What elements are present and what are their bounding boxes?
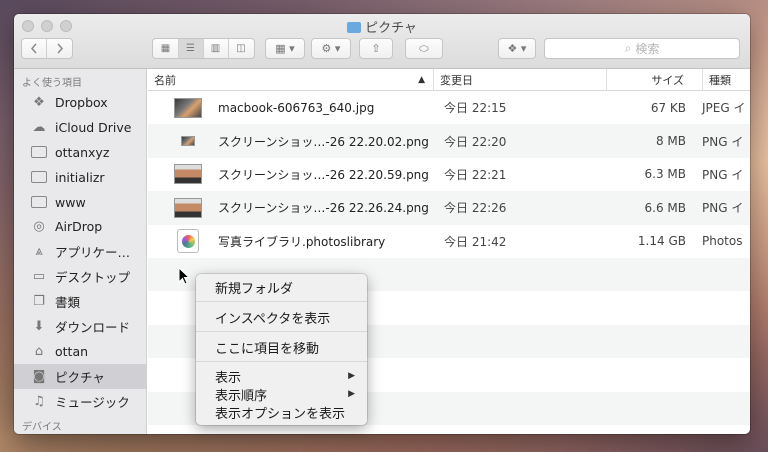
- menu-separator: [196, 361, 367, 362]
- column-header-size[interactable]: サイズ: [607, 69, 703, 90]
- sidebar-item-dropbox[interactable]: ❖ Dropbox: [14, 90, 146, 115]
- sidebar-favorites-header: よく使う項目: [22, 78, 82, 89]
- icon-view-button[interactable]: ▦: [154, 39, 179, 58]
- dropbox-toolbar-button[interactable]: ❖ ▾: [498, 38, 536, 59]
- sidebar: よく使う項目 ❖ Dropbox ☁ iCloud Drive ottanxyz i…: [14, 69, 147, 434]
- photos-library-icon: [177, 229, 199, 254]
- menu-separator: [196, 331, 367, 332]
- image-thumbnail-icon: [174, 97, 202, 118]
- applications-icon: ⩓: [35, 244, 43, 260]
- menu-item-move-here[interactable]: ここに項目を移動: [196, 337, 367, 357]
- view-mode-segmented: ▦ ☰ ▥ ◫: [152, 38, 255, 59]
- table-row[interactable]: スクリーンショッ…-26 22.20.02.png 今日 22:20 8 MB …: [148, 124, 750, 158]
- folder-icon: [30, 169, 48, 185]
- column-view-button[interactable]: ▥: [204, 39, 229, 58]
- sidebar-item-applications[interactable]: ⩓ アプリケー…: [14, 239, 146, 264]
- image-thumbnail-icon: [174, 197, 202, 218]
- airdrop-icon: ◎: [33, 219, 45, 235]
- sidebar-item-desktop[interactable]: ▭ デスクトップ: [14, 264, 146, 289]
- tag-icon: ⬭: [419, 41, 429, 55]
- finder-window: ピクチャ ▦ ☰ ▥ ◫ ▦ ▾ ⚙ ▾ ⇧ ⬭ ❖ ▾ ⌕ 検索 よく使う項目…: [14, 14, 750, 434]
- column-header-kind[interactable]: 種類: [703, 69, 750, 90]
- title-bar: ピクチャ ▦ ☰ ▥ ◫ ▦ ▾ ⚙ ▾ ⇧ ⬭ ❖ ▾ ⌕ 検索: [14, 14, 750, 69]
- sidebar-item-documents[interactable]: ❐ 書類: [14, 289, 146, 314]
- forward-button[interactable]: [47, 39, 72, 58]
- sidebar-item-www[interactable]: www: [14, 190, 146, 215]
- gear-icon: ⚙ ▾: [321, 42, 341, 55]
- table-row[interactable]: スクリーンショッ…-26 22.20.59.png 今日 22:21 6.3 M…: [148, 158, 750, 191]
- table-row[interactable]: スクリーンショッ…-26 22.26.24.png 今日 22:26 6.6 M…: [148, 191, 750, 225]
- window-title: ピクチャ: [14, 17, 750, 36]
- search-field[interactable]: ⌕ 検索: [544, 38, 740, 59]
- coverflow-view-button[interactable]: ◫: [229, 39, 254, 58]
- action-button[interactable]: ⚙ ▾: [311, 38, 351, 59]
- menu-item-show-inspector[interactable]: インスペクタを表示: [196, 307, 367, 327]
- arrange-icon: ▦ ▾: [275, 42, 295, 55]
- column-header-name[interactable]: 名前 ▲: [148, 69, 434, 90]
- search-icon: ⌕: [624, 41, 632, 55]
- menu-item-sort-by[interactable]: 表示順序: [196, 385, 367, 404]
- music-icon: ♫: [33, 393, 45, 409]
- cloud-icon: ☁: [32, 119, 46, 135]
- column-header-date[interactable]: 変更日: [434, 69, 607, 90]
- back-button[interactable]: [22, 39, 47, 58]
- nav-buttons: [21, 38, 73, 59]
- share-button[interactable]: ⇧: [359, 38, 393, 59]
- sidebar-item-airdrop[interactable]: ◎ AirDrop: [14, 214, 146, 239]
- download-icon: ⬇: [33, 318, 45, 334]
- sidebar-devices-header: デバイス: [22, 421, 62, 433]
- dropbox-icon: ❖ ▾: [507, 42, 527, 55]
- folder-icon: [347, 22, 362, 33]
- camera-icon: ◙: [32, 368, 46, 384]
- table-row[interactable]: 写真ライブラリ.photoslibrary 今日 21:42 1.14 GB P…: [148, 225, 750, 258]
- sidebar-item-pictures[interactable]: ◙ ピクチャ: [14, 363, 146, 389]
- image-thumbnail-icon: [174, 164, 202, 185]
- dropbox-icon: ❖: [33, 94, 45, 110]
- list-view-button[interactable]: ☰: [178, 39, 204, 58]
- sidebar-item-icloud-drive[interactable]: ☁ iCloud Drive: [14, 115, 146, 140]
- menu-item-view-options[interactable]: 表示オプションを表示: [196, 403, 367, 422]
- image-thumbnail-icon: [181, 136, 195, 147]
- menu-item-new-folder[interactable]: 新規フォルダ: [196, 277, 367, 297]
- tags-button[interactable]: ⬭: [405, 38, 443, 59]
- sidebar-item-ottanxyz[interactable]: ottanxyz: [14, 140, 146, 165]
- context-menu: 新規フォルダ インスペクタを表示 ここに項目を移動 表示 表示順序 表示オプショ…: [196, 274, 367, 425]
- sort-ascending-icon: ▲: [418, 74, 425, 85]
- folder-icon: [30, 144, 48, 160]
- column-header: 名前 ▲ 変更日 サイズ 種類: [148, 69, 750, 91]
- sidebar-item-initializr[interactable]: initializr: [14, 165, 146, 190]
- sidebar-item-music[interactable]: ♫ ミュージック: [14, 389, 146, 414]
- folder-icon: [30, 194, 48, 210]
- table-row[interactable]: macbook-606763_640.jpg 今日 22:15 67 KB JP…: [148, 91, 750, 124]
- desktop-icon: ▭: [32, 269, 46, 285]
- home-icon: ⌂: [34, 343, 44, 359]
- arrange-button[interactable]: ▦ ▾: [265, 38, 305, 59]
- share-icon: ⇧: [371, 42, 381, 55]
- menu-item-view[interactable]: 表示: [196, 367, 367, 386]
- sidebar-item-home[interactable]: ⌂ ottan: [14, 339, 146, 364]
- sidebar-item-downloads[interactable]: ⬇ ダウンロード: [14, 314, 146, 339]
- documents-icon: ❐: [33, 294, 45, 310]
- menu-separator: [196, 301, 367, 302]
